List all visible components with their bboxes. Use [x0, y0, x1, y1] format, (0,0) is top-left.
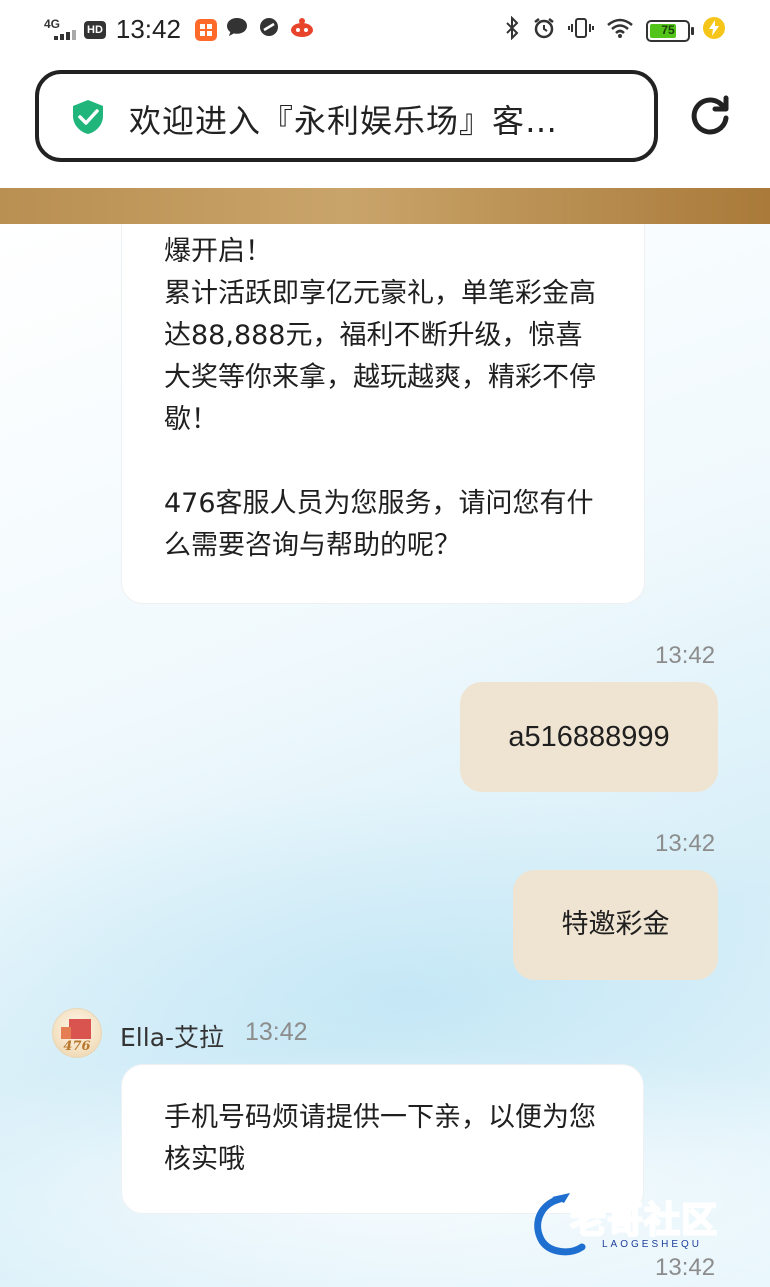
browser-toolbar: 欢迎进入『永利娱乐场』客… — [0, 60, 770, 188]
user-message-bubble: 特邀彩金 — [513, 870, 718, 980]
address-bar[interactable]: 欢迎进入『永利娱乐场』客… — [35, 70, 658, 162]
avatar-label: 476 — [63, 1039, 91, 1054]
status-bar: 4G HD 13:42 75 — [0, 0, 770, 60]
alarm-icon — [532, 16, 556, 45]
watermark-title: 老哥社区 — [569, 1199, 719, 1242]
bluetooth-icon — [504, 15, 520, 45]
chat-area[interactable]: 爆开启！ 累计活跃即享亿元豪礼，单笔彩金高达88,888元，福利不断升级，惊喜大… — [0, 224, 770, 1287]
chat-bubble-icon — [225, 16, 249, 43]
agent-message-bubble: 爆开启！ 累计活跃即享亿元豪礼，单笔彩金高达88,888元，福利不断升级，惊喜大… — [121, 224, 645, 604]
vibrate-icon — [568, 16, 594, 45]
network-type: 4G — [44, 16, 61, 31]
user-message-bubble: a516888999 — [460, 682, 718, 792]
wifi-icon — [606, 17, 634, 44]
reload-icon[interactable] — [688, 94, 732, 138]
link-icon — [257, 16, 281, 43]
message-time: 13:42 — [655, 830, 716, 857]
message-text: 手机号码烦请提供一下亲，以便为您核实哦 — [164, 1102, 596, 1175]
message-text: 爆开启！ 累计活跃即享亿元豪礼，单笔彩金高达88,888元，福利不断升级，惊喜大… — [164, 236, 596, 561]
watermark-logo: 老哥社区 LAOGESHEQU — [530, 1189, 760, 1259]
header-banner — [0, 188, 770, 224]
watermark-subtitle: LAOGESHEQU — [602, 1239, 703, 1250]
shield-check-icon — [69, 98, 107, 136]
battery-indicator: 75 — [646, 19, 694, 42]
signal-icon: 4G — [44, 18, 76, 42]
agent-name: Ella-艾拉 — [120, 1023, 225, 1052]
status-time: 13:42 — [115, 14, 181, 44]
message-time: 13:42 — [655, 1254, 716, 1281]
message-time: 13:42 — [245, 1018, 308, 1046]
message-time: 13:42 — [655, 642, 716, 669]
battery-level: 75 — [661, 22, 675, 37]
charging-icon — [702, 16, 726, 45]
app-notification-icon — [194, 18, 217, 41]
page-title: 欢迎进入『永利娱乐场』客… — [129, 102, 559, 140]
game-icon — [289, 16, 315, 43]
hd-badge: HD — [84, 20, 106, 39]
agent-avatar[interactable]: 476 — [52, 1008, 102, 1058]
